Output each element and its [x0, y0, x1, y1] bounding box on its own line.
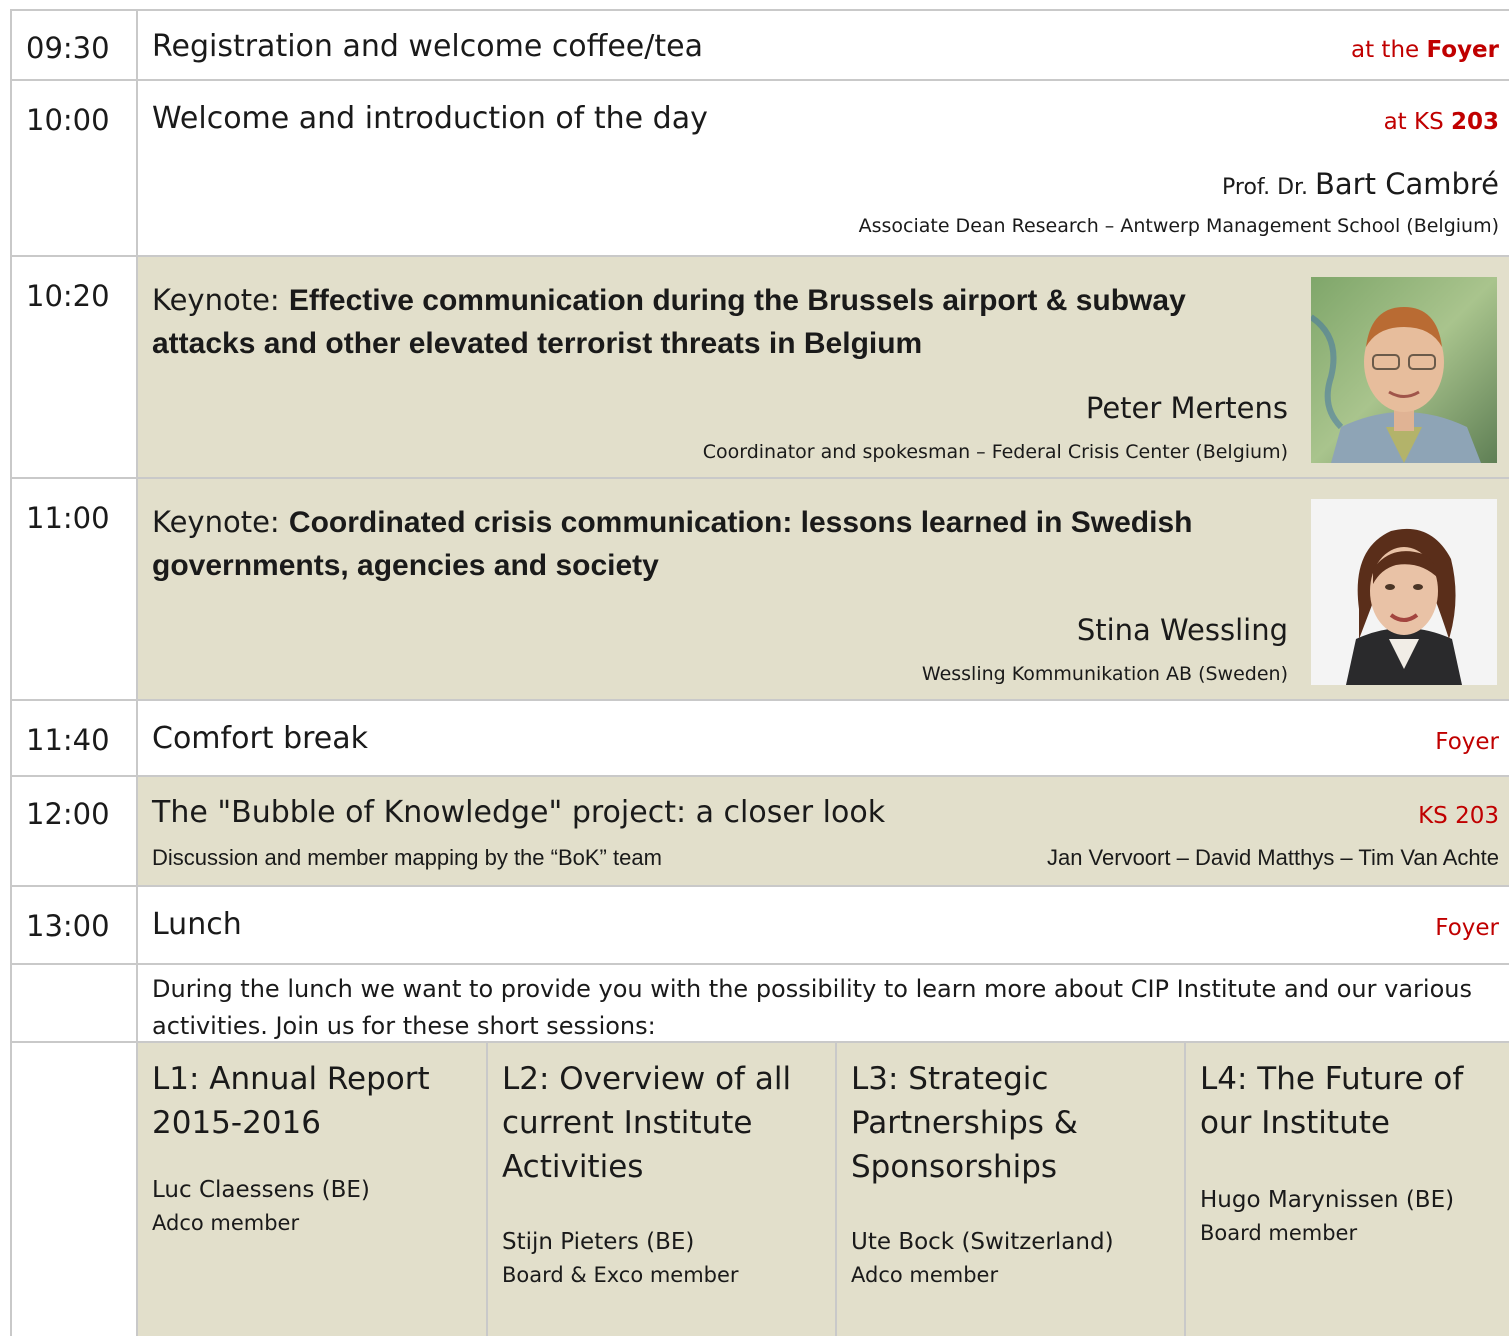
session-title: L4: The Future of our Institute [1200, 1061, 1464, 1141]
session-card-l3: L3: Strategic Partnerships & Sponsorship… [835, 1043, 1185, 1336]
time-cell: 09:30 [10, 11, 138, 79]
agenda-row-welcome: 10:00 Welcome and introduction of the da… [10, 79, 1509, 255]
time-label: 09:30 [26, 31, 110, 65]
speaker-name: Peter Mertens [1085, 391, 1288, 425]
speaker-role: Wessling Kommunikation AB (Sweden) [921, 663, 1288, 685]
agenda-row-lunch-sessions: L1: Annual Report 2015-2016 Luc Claessen… [10, 1041, 1509, 1336]
location-label: at KS 203 [1384, 109, 1499, 135]
location-room: 203 [1450, 109, 1499, 135]
item-title: Lunch [152, 907, 242, 942]
time-label: 10:00 [26, 103, 110, 137]
time-label: 13:00 [26, 909, 110, 943]
agenda-row-keynote-1: 10:20 Keynote: Effective communication d… [10, 255, 1509, 477]
session-speaker: Hugo Marynissen (BE) [1200, 1187, 1455, 1213]
time-cell: 11:00 [10, 479, 138, 699]
lunch-info-text: During the lunch we want to provide you … [152, 975, 1472, 1040]
session-title: L3: Strategic Partnerships & Sponsorship… [851, 1061, 1078, 1185]
time-cell: 10:00 [10, 81, 138, 255]
speaker-portrait-image [1311, 499, 1497, 685]
time-label: 10:20 [26, 279, 110, 313]
keynote-label: Keynote: [152, 283, 289, 317]
speaker-photo [1311, 277, 1497, 463]
keynote-topic: Coordinated crisis communication: lesson… [152, 506, 1193, 582]
time-cell: 13:00 [10, 887, 138, 963]
row-content: Welcome and introduction of the day at K… [138, 81, 1509, 255]
row-content: Registration and welcome coffee/tea at t… [138, 11, 1509, 79]
keynote-label: Keynote: [152, 505, 289, 539]
row-content: Lunch Foyer [138, 887, 1509, 963]
item-title: Registration and welcome coffee/tea [152, 29, 703, 64]
row-content: During the lunch we want to provide you … [138, 965, 1509, 1041]
speaker-name: Stina Wessling [1076, 613, 1288, 647]
row-content: Keynote: Effective communication during … [138, 257, 1509, 477]
session-title: L1: Annual Report 2015-2016 [152, 1061, 430, 1141]
session-speaker-role: Adco member [851, 1263, 999, 1287]
item-title: Comfort break [152, 721, 369, 756]
session-card-l2: L2: Overview of all current Institute Ac… [486, 1043, 836, 1336]
agenda-row-lunch-info: During the lunch we want to provide you … [10, 963, 1509, 1041]
item-title: The "Bubble of Knowledge" project: a clo… [152, 795, 886, 830]
location-room: Foyer [1426, 37, 1499, 63]
location-label: KS 203 [1418, 803, 1499, 829]
speaker-name: Prof. Dr. Bart Cambré [1222, 167, 1499, 201]
agenda-row-registration: 09:30 Registration and welcome coffee/te… [10, 9, 1509, 79]
session-title: L2: Overview of all current Institute Ac… [502, 1061, 792, 1185]
session-speaker: Luc Claessens (BE) [152, 1177, 370, 1203]
location-prefix: at the [1351, 37, 1427, 63]
item-people: Jan Vervoort – David Matthys – Tim Van A… [1046, 845, 1499, 870]
location-prefix: at KS [1383, 109, 1451, 135]
session-speaker-role: Adco member [152, 1211, 300, 1235]
session-speaker: Stijn Pieters (BE) [502, 1229, 695, 1255]
agenda-row-break: 11:40 Comfort break Foyer [10, 699, 1509, 775]
session-speaker-role: Board & Exco member [502, 1263, 739, 1287]
speaker-photo [1311, 499, 1497, 685]
session-card-l4: L4: The Future of our Institute Hugo Mar… [1184, 1043, 1509, 1336]
speaker-title: Prof. Dr. [1222, 175, 1316, 200]
row-content: Comfort break Foyer [138, 701, 1509, 775]
time-cell-empty [10, 1043, 138, 1336]
keynote-title: Keynote: Effective communication during … [152, 279, 1282, 365]
time-label: 11:40 [26, 723, 110, 757]
speaker-role: Coordinator and spokesman – Federal Cris… [702, 441, 1288, 463]
keynote-title: Keynote: Coordinated crisis communicatio… [152, 501, 1282, 587]
speaker-portrait-image [1311, 277, 1497, 463]
location-label: Foyer [1435, 729, 1499, 755]
agenda-row-lunch: 13:00 Lunch Foyer [10, 885, 1509, 963]
time-cell: 11:40 [10, 701, 138, 775]
location-label: at the Foyer [1351, 37, 1499, 63]
session-speaker-role: Board member [1200, 1221, 1358, 1245]
time-label: 12:00 [26, 797, 110, 831]
agenda-row-keynote-2: 11:00 Keynote: Coordinated crisis commun… [10, 477, 1509, 699]
row-content: Keynote: Coordinated crisis communicatio… [138, 479, 1509, 699]
item-subtitle: Discussion and member mapping by the “Bo… [152, 845, 662, 870]
row-content: The "Bubble of Knowledge" project: a clo… [138, 777, 1509, 885]
keynote-topic: Effective communication during the Bruss… [152, 284, 1186, 360]
time-cell: 12:00 [10, 777, 138, 885]
speaker-role: Associate Dean Research – Antwerp Manage… [858, 215, 1499, 237]
session-card-l1: L1: Annual Report 2015-2016 Luc Claessen… [138, 1043, 488, 1336]
speaker-fullname: Bart Cambré [1315, 167, 1499, 201]
item-title: Welcome and introduction of the day [152, 101, 708, 136]
session-speaker: Ute Bock (Switzerland) [851, 1229, 1114, 1255]
agenda-row-bok: 12:00 The "Bubble of Knowledge" project:… [10, 775, 1509, 885]
location-label: Foyer [1435, 915, 1499, 941]
sessions-grid: L1: Annual Report 2015-2016 Luc Claessen… [138, 1043, 1509, 1336]
time-label: 11:00 [26, 501, 110, 535]
time-cell: 10:20 [10, 257, 138, 477]
agenda-table: 09:30 Registration and welcome coffee/te… [10, 9, 1509, 1336]
time-cell-empty [10, 965, 138, 1041]
